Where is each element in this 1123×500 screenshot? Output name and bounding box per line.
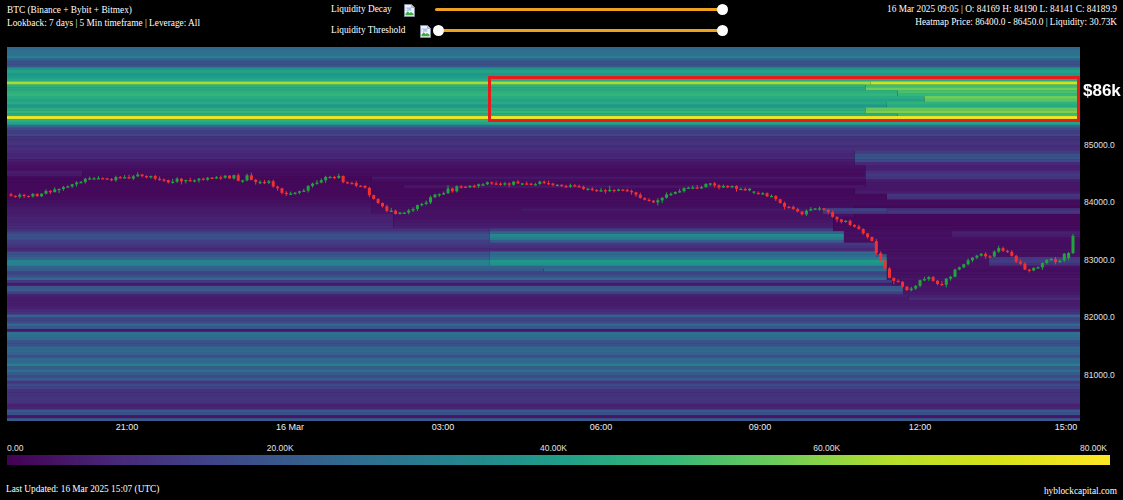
liquidation-heatmap-app: BTC (Binance + Bybit + Bitmex) Lookback:… bbox=[0, 0, 1123, 500]
time-tick-label: 06:00 bbox=[590, 422, 613, 432]
time-tick-label: 03:00 bbox=[432, 422, 455, 432]
header-right: 16 Mar 2025 09:05 | O: 84169 H: 84190 L:… bbox=[887, 3, 1117, 28]
colorbar-tick-label: 60.00K bbox=[813, 443, 840, 453]
liquidity-decay-label: Liquidity Decay bbox=[331, 4, 392, 14]
header-left: BTC (Binance + Bybit + Bitmex) Lookback:… bbox=[7, 4, 200, 29]
price-highlight-label: $86k bbox=[1083, 81, 1121, 101]
liquidity-threshold-slider-row: Liquidity Threshold bbox=[331, 22, 731, 40]
liquidity-threshold-slider-handle-max[interactable] bbox=[717, 25, 728, 36]
price-highlight-rectangle bbox=[488, 76, 1080, 122]
ohlc-readout: 16 Mar 2025 09:05 | O: 84169 H: 84190 L:… bbox=[887, 3, 1117, 16]
time-tick-label: 15:00 bbox=[1055, 422, 1078, 432]
liquidity-decay-slider-row: Liquidity Decay bbox=[331, 1, 731, 19]
price-tick-label: 83000.0 bbox=[1084, 255, 1115, 265]
liquidity-threshold-label: Liquidity Threshold bbox=[331, 25, 405, 35]
colorbar-tick-label: 80.00K bbox=[1080, 443, 1107, 453]
colorbar-tick-label: 40.00K bbox=[540, 443, 567, 453]
chart-area[interactable] bbox=[7, 47, 1080, 421]
liquidity-threshold-slider-handle-min[interactable] bbox=[433, 25, 444, 36]
lookback-subtitle: Lookback: 7 days | 5 Min timeframe | Lev… bbox=[7, 17, 200, 30]
colorbar-tick-label: 0.00 bbox=[7, 443, 24, 453]
colorbar-tick-label: 20.00K bbox=[267, 443, 294, 453]
heatmap-price-readout: Heatmap Price: 86400.0 - 86450.0 | Liqui… bbox=[887, 16, 1117, 29]
last-updated-text: Last Updated: 16 Mar 2025 15:07 (UTC) bbox=[6, 484, 159, 494]
time-tick-label: 16 Mar bbox=[276, 422, 304, 432]
liquidity-threshold-slider-track[interactable] bbox=[438, 29, 723, 32]
symbol-title: BTC (Binance + Bybit + Bitmex) bbox=[7, 4, 200, 17]
broken-image-icon bbox=[420, 24, 431, 37]
site-link[interactable]: hyblockcapital.com bbox=[1044, 486, 1117, 496]
price-tick-label: 82000.0 bbox=[1084, 312, 1115, 322]
price-tick-label: 84000.0 bbox=[1084, 197, 1115, 207]
time-tick-label: 21:00 bbox=[116, 422, 139, 432]
time-tick-label: 09:00 bbox=[749, 422, 772, 432]
liquidity-colorbar bbox=[7, 455, 1110, 465]
price-tick-label: 81000.0 bbox=[1084, 370, 1115, 380]
price-tick-label: 85000.0 bbox=[1084, 140, 1115, 150]
time-tick-label: 12:00 bbox=[909, 422, 932, 432]
liquidity-decay-slider-handle[interactable] bbox=[717, 4, 728, 15]
broken-image-icon bbox=[404, 3, 415, 16]
liquidity-decay-slider-track[interactable] bbox=[435, 8, 723, 11]
